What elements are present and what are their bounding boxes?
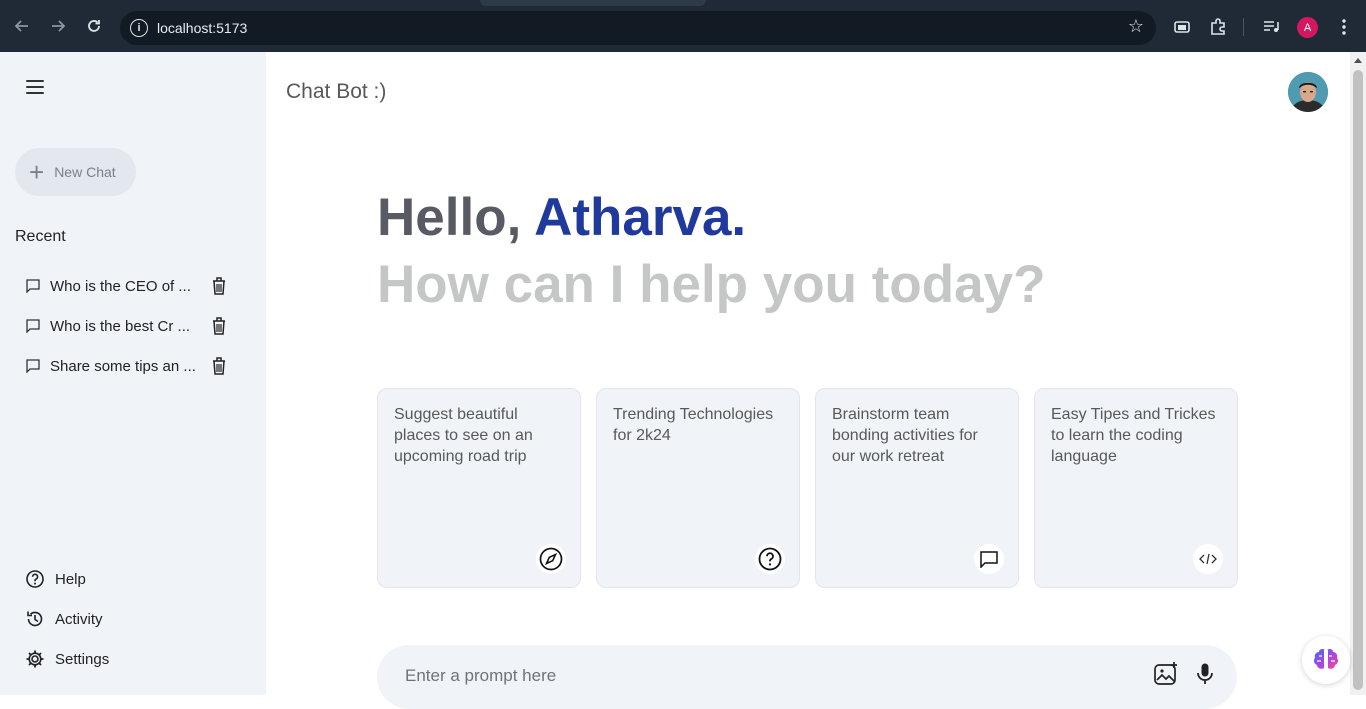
greeting-heading: Hello, Atharva. [377,185,746,251]
code-icon [1193,544,1223,574]
bookmark-star-icon[interactable]: ☆ [1128,16,1144,37]
suggestion-card[interactable]: Easy Tipes and Trickes to learn the codi… [1034,388,1238,588]
message-icon [26,359,40,373]
message-icon [26,319,40,333]
activity-label: Activity [55,610,103,628]
scroll-up-arrow[interactable] [1354,58,1362,63]
recent-item[interactable]: Who is the CEO of ... [25,271,235,301]
prompt-input[interactable] [405,663,1105,689]
active-tab-edge [480,0,706,6]
history-icon [27,611,43,627]
compass-icon [536,544,566,574]
message-icon [974,544,1004,574]
url-text: localhost:5173 [157,20,248,36]
suggestion-card-text: Suggest beautiful places to see on an up… [394,406,533,465]
hamburger-menu-icon[interactable] [26,80,44,94]
image-upload-icon[interactable] [1153,661,1179,687]
brain-assistant-button[interactable] [1302,636,1350,684]
help-label: Help [55,570,86,588]
recent-item[interactable]: Who is the best Cr ... [25,311,235,341]
scroll-thumb[interactable] [1353,70,1363,690]
prompt-bar [377,645,1237,709]
question-icon [755,544,785,574]
suggestion-card[interactable]: Suggest beautiful places to see on an up… [377,388,581,588]
recent-heading: Recent [15,228,66,245]
recent-item[interactable]: Share some tips an ... [25,351,235,381]
recent-item-label: Who is the CEO of ... [50,277,191,295]
cast-icon[interactable] [1171,16,1193,38]
plus-icon: + [29,157,45,187]
trash-icon[interactable] [210,356,228,376]
gear-icon [26,650,44,668]
microphone-icon[interactable] [1192,661,1218,687]
profile-avatar[interactable]: A [1297,17,1318,38]
settings-item[interactable]: Settings [25,647,109,671]
page-scrollbar[interactable] [1350,52,1366,695]
suggestion-card-text: Easy Tipes and Trickes to learn the codi… [1051,406,1216,465]
suggestion-card-text: Trending Technologies for 2k24 [613,406,774,444]
back-button[interactable] [10,14,34,38]
sidebar: + New Chat Recent Who is the CEO of ... … [0,52,266,695]
settings-label: Settings [55,650,110,668]
recent-item-label: Share some tips an ... [50,357,196,375]
greeting-name: Atharva. [534,188,747,247]
site-info-icon[interactable]: i [130,19,148,37]
suggestion-card[interactable]: Brainstorm team bonding activities for o… [815,388,1019,588]
suggestion-card-text: Brainstorm team bonding activities for o… [832,406,978,465]
trash-icon[interactable] [210,276,228,296]
new-chat-label: New Chat [54,164,116,180]
help-item[interactable]: Help [25,567,86,591]
extensions-icon[interactable] [1207,16,1229,38]
toolbar-divider [1243,18,1244,36]
main-content: Chat Bot :) Hello, Atharva. How can I he… [266,52,1350,709]
arrow-right-icon [52,20,66,32]
address-bar[interactable]: i localhost:5173 ☆ [120,11,1156,45]
forward-button[interactable] [46,14,70,38]
new-chat-button[interactable]: + New Chat [15,148,136,196]
arrow-left-icon [14,20,28,32]
help-icon [26,570,44,588]
app-title: Chat Bot :) [286,80,387,103]
media-control-icon[interactable] [1260,16,1282,38]
brain-icon [1313,648,1339,669]
recent-item-label: Who is the best Cr ... [50,317,191,335]
greeting-hello: Hello, [377,188,535,247]
browser-menu-icon[interactable] [1333,16,1355,38]
reload-icon [88,20,100,32]
trash-icon[interactable] [210,316,228,336]
user-avatar[interactable] [1288,72,1328,112]
browser-toolbar: i localhost:5173 ☆ A [0,0,1366,52]
message-icon [26,279,40,293]
suggestion-card[interactable]: Trending Technologies for 2k24 [596,388,800,588]
reload-button[interactable] [82,14,106,38]
activity-item[interactable]: Activity [25,607,103,631]
greeting-subheading: How can I help you today? [377,255,1046,314]
